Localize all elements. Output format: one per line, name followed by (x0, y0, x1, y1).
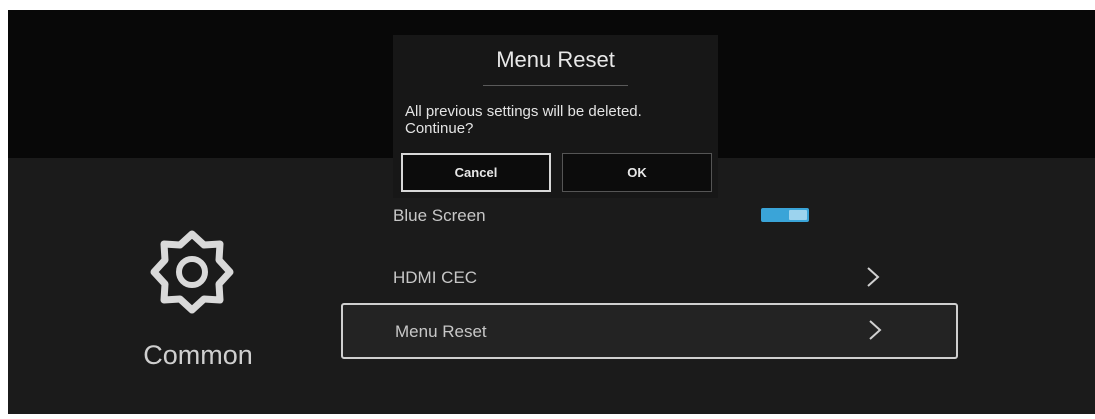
menu-item-blue-screen[interactable]: Blue Screen (341, 196, 958, 252)
dialog-title: Menu Reset (496, 47, 615, 72)
chevron-right-icon (867, 267, 880, 287)
tv-screen: Common Blue Screen HDMI CEC Menu Reset M… (8, 10, 1095, 414)
menu-item-label: HDMI CEC (393, 268, 478, 287)
gear-icon (148, 228, 236, 316)
menu-item-label: Menu Reset (395, 322, 487, 341)
menu-item-menu-reset[interactable]: Menu Reset (341, 303, 958, 359)
gear-outer-shape (150, 230, 234, 314)
toggle-knob (789, 210, 807, 220)
ok-button[interactable]: OK (562, 153, 712, 192)
chevron-right-icon (869, 320, 882, 340)
sidebar-label: Common (143, 340, 253, 370)
gear-inner-ring (176, 256, 208, 288)
menu-item-label: Blue Screen (393, 206, 486, 225)
dialog-divider (483, 85, 628, 86)
dialog-message: All previous settings will be deleted. C… (405, 103, 642, 137)
menu-reset-dialog: Menu Reset All previous settings will be… (393, 35, 718, 198)
menu-item-hdmi-cec[interactable]: HDMI CEC (341, 250, 958, 306)
blue-screen-toggle[interactable] (761, 208, 809, 222)
cancel-button[interactable]: Cancel (401, 153, 551, 192)
